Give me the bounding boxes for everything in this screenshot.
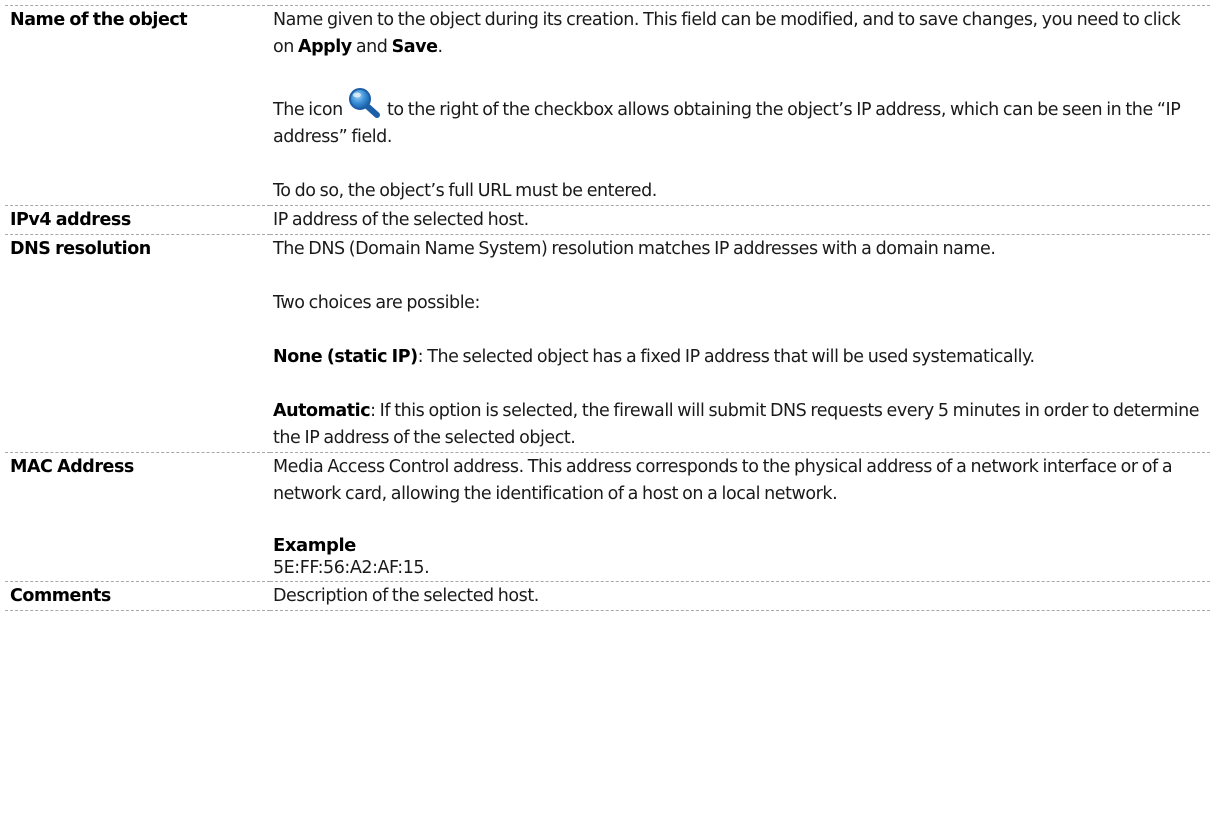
paragraph: The icon to the right of the checkbox al… <box>273 88 1204 151</box>
text: : If this option is selected, the firewa… <box>273 401 1200 448</box>
option-label-automatic: Automatic <box>273 401 371 421</box>
text: and <box>351 37 392 57</box>
row-name-of-object: Name of the object Name given to the obj… <box>5 5 1210 206</box>
row-mac-address: MAC Address Media Access Control address… <box>5 452 1210 582</box>
paragraph: Description of the selected host. <box>273 586 539 606</box>
paragraph: None (static IP): The selected object ha… <box>273 344 1204 371</box>
text: : The selected object has a fixed IP add… <box>417 347 1035 367</box>
row-comments: Comments Description of the selected hos… <box>5 581 1210 611</box>
paragraph: Name given to the object during its crea… <box>273 7 1204 61</box>
row-dns-resolution: DNS resolution The DNS (Domain Name Syst… <box>5 234 1210 453</box>
term-dns-resolution: DNS resolution <box>10 239 151 259</box>
text: to the right of the checkbox allows obta… <box>273 100 1181 147</box>
term-mac-address: MAC Address <box>10 457 134 477</box>
paragraph: Two choices are possible: <box>273 293 480 313</box>
term-ipv4-address: IPv4 address <box>10 210 131 230</box>
apply-keyword: Apply <box>298 37 352 57</box>
term-comments: Comments <box>10 586 111 606</box>
definition-table: Name of the object Name given to the obj… <box>5 5 1210 611</box>
desc-dns-resolution: The DNS (Domain Name System) resolution … <box>270 235 1210 453</box>
example-value: 5E:FF:56:A2:AF:15. <box>273 558 430 578</box>
desc-mac-address: Media Access Control address. This addre… <box>270 453 1210 582</box>
text: . <box>437 37 443 57</box>
paragraph: Automatic: If this option is selected, t… <box>273 398 1204 452</box>
desc-name-of-object: Name given to the object during its crea… <box>270 6 1210 206</box>
paragraph: Media Access Control address. This addre… <box>273 457 1173 504</box>
row-ipv4-address: IPv4 address IP address of the selected … <box>5 205 1210 235</box>
save-keyword: Save <box>391 37 438 57</box>
desc-ipv4-address: IP address of the selected host. <box>270 206 1210 235</box>
desc-comments: Description of the selected host. <box>270 582 1210 611</box>
text: The icon <box>273 100 347 120</box>
example-heading: Example <box>273 535 356 556</box>
term-name-of-object: Name of the object <box>10 10 188 30</box>
paragraph: To do so, the object’s full URL must be … <box>273 181 657 201</box>
search-icon <box>347 88 381 118</box>
option-label-none: None (static IP) <box>273 347 418 367</box>
paragraph: The DNS (Domain Name System) resolution … <box>273 239 996 259</box>
paragraph: IP address of the selected host. <box>273 210 529 230</box>
